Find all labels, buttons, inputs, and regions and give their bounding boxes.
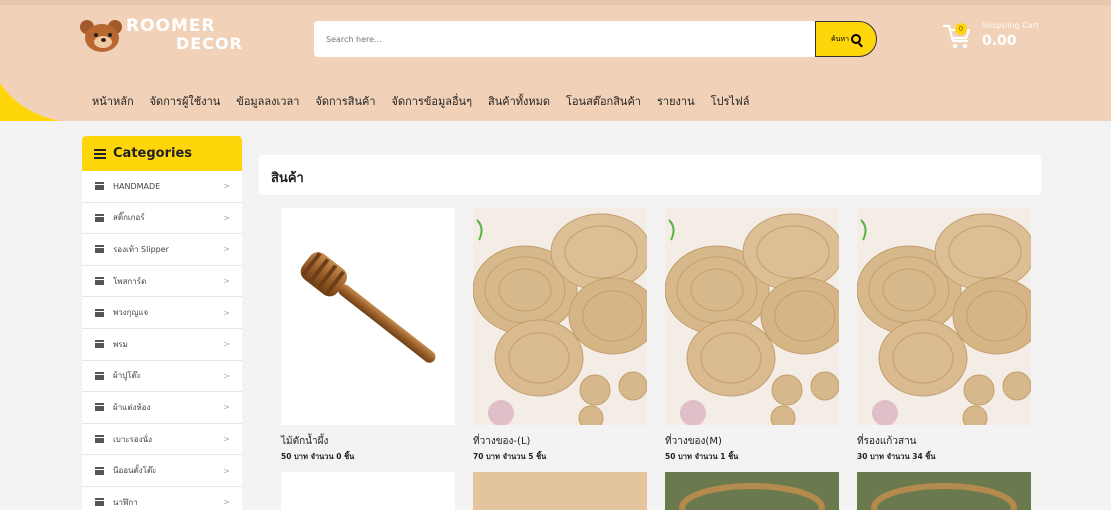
nav-time-records[interactable]: ข้อมูลลงเวลา xyxy=(236,92,299,110)
chevron-right-icon: > xyxy=(223,276,230,286)
chevron-right-icon: > xyxy=(223,434,230,444)
category-box-icon xyxy=(95,435,104,444)
category-item[interactable]: พวงกุญแจ > xyxy=(82,297,242,329)
chevron-right-icon: > xyxy=(223,181,230,191)
categories-header: Categories xyxy=(82,136,242,171)
product-image[interactable] xyxy=(857,208,1031,425)
category-box-icon xyxy=(95,403,104,412)
category-label: นีออนตั้งโต๊ะ xyxy=(113,466,157,476)
product-image[interactable] xyxy=(665,208,839,425)
product-name[interactable]: ที่วางของ(M) xyxy=(665,434,839,448)
product-name[interactable]: ที่รองแก้วสาน xyxy=(857,434,1031,448)
header-top-line xyxy=(0,0,1111,5)
category-item[interactable]: HANDMADE > xyxy=(82,171,242,203)
product-name[interactable]: ไม้ตักน้ำผึ้ง xyxy=(281,434,455,448)
chevron-right-icon: > xyxy=(223,466,230,476)
products-header: สินค้า xyxy=(259,155,1041,195)
category-item[interactable]: สติ๊กเกอร์ > xyxy=(82,203,242,235)
cart-count-badge: 0 xyxy=(955,23,967,35)
category-label: โพสการ์ด xyxy=(113,276,147,286)
chevron-right-icon: > xyxy=(223,371,230,381)
category-box-icon xyxy=(95,498,104,507)
nav-stock-transfer[interactable]: โอนสต๊อกสินค้า xyxy=(566,92,641,110)
site-logo[interactable]: ROOMER DECOR xyxy=(80,14,243,56)
nav-home[interactable]: หน้าหลัก xyxy=(92,92,134,110)
logo-text: ROOMER DECOR xyxy=(126,16,243,53)
product-image[interactable] xyxy=(665,472,839,510)
category-label: รองเท้า Slipper xyxy=(113,244,169,254)
categories-title: Categories xyxy=(113,146,193,161)
category-item[interactable]: โพสการ์ด > xyxy=(82,266,242,298)
product-price: 50 บาท จำนวน 0 ชิ้น xyxy=(281,452,355,461)
decorative-curve xyxy=(0,83,60,121)
product-card[interactable]: ที่วางของ(M) 50 บาท จำนวน 1 ชิ้น xyxy=(665,208,839,463)
category-item[interactable]: นีออนตั้งโต๊ะ > xyxy=(82,455,242,487)
category-label: พวงกุญแจ xyxy=(113,308,149,318)
category-item[interactable]: เบาะรองนั่ง > xyxy=(82,424,242,456)
chevron-right-icon: > xyxy=(223,339,230,349)
product-image[interactable] xyxy=(281,472,455,510)
chevron-right-icon: > xyxy=(223,244,230,254)
category-box-icon xyxy=(95,213,104,222)
category-label: ผ้าแต่งห้อง xyxy=(113,402,151,412)
menu-icon xyxy=(94,148,106,159)
product-card[interactable]: ที่วางของ-(L) 70 บาท จำนวน 5 ชิ้น xyxy=(473,208,647,463)
nav-all-products[interactable]: สินค้าทั้งหมด xyxy=(488,92,550,110)
category-box-icon xyxy=(95,371,104,380)
bear-logo-icon xyxy=(80,16,124,54)
product-image[interactable] xyxy=(857,472,1031,510)
category-label: เบาะรองนั่ง xyxy=(113,434,152,444)
product-image[interactable] xyxy=(281,208,455,425)
category-label: พรม xyxy=(113,339,128,349)
category-box-icon xyxy=(95,245,104,254)
search-button[interactable]: ค้นหา xyxy=(815,21,877,57)
product-price: 70 บาท จำนวน 5 ชิ้น xyxy=(473,452,547,461)
search-input[interactable] xyxy=(314,21,816,57)
category-box-icon xyxy=(95,308,104,317)
category-box-icon xyxy=(95,466,104,475)
chevron-right-icon: > xyxy=(223,308,230,318)
category-item[interactable]: รองเท้า Slipper > xyxy=(82,234,242,266)
product-image[interactable] xyxy=(473,208,647,425)
search-bar: ค้นหา xyxy=(314,21,877,57)
category-box-icon xyxy=(95,340,104,349)
nav-manage-users[interactable]: จัดการผู้ใช้งาน xyxy=(150,92,221,110)
product-price: 50 บาท จำนวน 1 ชิ้น xyxy=(665,452,739,461)
product-card[interactable]: ที่รองแก้วสาน 30 บาท จำนวน 34 ชิ้น xyxy=(857,208,1031,463)
chevron-right-icon: > xyxy=(223,497,230,507)
nav-profile[interactable]: โปรไฟล์ xyxy=(711,92,750,110)
category-item[interactable]: ผ้าปูโต๊ะ > xyxy=(82,361,242,393)
nav-manage-other[interactable]: จัดการข้อมูลอื่นๆ xyxy=(392,92,473,110)
cart-amount: 0.00 xyxy=(982,33,1017,49)
category-label: นาฬิกา xyxy=(113,497,138,507)
product-card[interactable]: ไม้ตักน้ำผึ้ง 50 บาท จำนวน 0 ชิ้น xyxy=(281,208,455,463)
shopping-cart[interactable]: 0 Shopping Cart 0.00 xyxy=(942,19,1052,55)
main-nav: หน้าหลัก จัดการผู้ใช้งาน ข้อมูลลงเวลา จั… xyxy=(92,92,765,110)
categories-sidebar: Categories HANDMADE > สติ๊กเกอร์ > รองเท้า… xyxy=(82,136,242,510)
logo-line-1: ROOMER xyxy=(126,16,216,36)
product-image[interactable] xyxy=(473,472,647,510)
product-price: 30 บาท จำนวน 34 ชิ้น xyxy=(857,452,936,461)
cart-label: Shopping Cart xyxy=(982,21,1040,30)
category-item[interactable]: นาฬิกา > xyxy=(82,487,242,510)
category-label: สติ๊กเกอร์ xyxy=(113,213,145,223)
category-item[interactable]: พรม > xyxy=(82,329,242,361)
category-box-icon xyxy=(95,182,104,191)
page-title: สินค้า xyxy=(271,171,304,186)
search-icon xyxy=(851,34,861,44)
category-label: ผ้าปูโต๊ะ xyxy=(113,371,142,381)
category-label: HANDMADE xyxy=(113,181,161,191)
search-button-label: ค้นหา xyxy=(830,34,849,43)
product-name[interactable]: ที่วางของ-(L) xyxy=(473,434,647,448)
logo-line-2: DECOR xyxy=(176,34,243,53)
nav-manage-products[interactable]: จัดการสินค้า xyxy=(315,92,375,110)
chevron-right-icon: > xyxy=(223,213,230,223)
site-header: ROOMER DECOR ค้นหา 0 Shopping Cart 0.00 … xyxy=(0,0,1111,121)
chevron-right-icon: > xyxy=(223,402,230,412)
nav-reports[interactable]: รายงาน xyxy=(657,92,695,110)
category-box-icon xyxy=(95,277,104,286)
category-item[interactable]: ผ้าแต่งห้อง > xyxy=(82,392,242,424)
